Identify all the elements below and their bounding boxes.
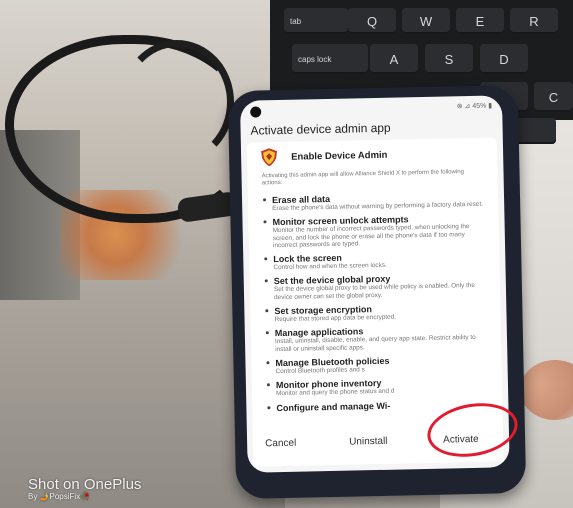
front-camera (250, 106, 262, 118)
key-w: W (402, 8, 450, 34)
key-r: R (510, 8, 558, 34)
screen-title: Activate device admin app (250, 120, 391, 138)
key-a: A (370, 44, 418, 74)
permission-desc: Set the device global proxy to be used w… (273, 282, 476, 301)
permission-item: Monitor screen unlock attempts Monitor th… (262, 213, 485, 250)
watermark: Shot on OnePlus By 🤳PopsiFix🥀 (28, 476, 141, 501)
key-tab: tab (284, 8, 348, 34)
bullet-icon (267, 405, 271, 409)
permission-item: Monitor phone inventory Monitor and query… (266, 376, 488, 398)
back-icon[interactable]: < (260, 470, 265, 472)
permission-item: Manage applications Install, uninstall, d… (265, 324, 487, 353)
bullet-icon (263, 198, 267, 202)
app-title: Enable Device Admin (291, 149, 388, 163)
status-bar: ⊗ ⊿ 45% ▮ (456, 102, 493, 111)
bullet-icon (265, 331, 269, 335)
permission-item: Erase all data Erase the phone's data wit… (262, 191, 484, 213)
permission-desc: Install, uninstall, disable, enable, and… (274, 334, 476, 353)
black-cable-loop (120, 40, 234, 164)
watermark-line2: By 🤳PopsiFix🥀 (28, 492, 91, 501)
key-c: C (534, 82, 573, 112)
shield-icon (261, 148, 278, 167)
cancel-button[interactable]: Cancel (265, 438, 296, 450)
bullet-icon (264, 257, 268, 261)
watermark-line1: Shot on OnePlus (28, 476, 142, 493)
key-caps-lock: caps lock (292, 44, 368, 74)
key-e: E (456, 8, 504, 34)
photo-background: tab Q W E R caps lock A S D X C alt ⊗ ⊿ … (0, 0, 573, 508)
permission-desc: Monitor the number of incorrect password… (272, 223, 470, 250)
key-s: S (425, 44, 473, 74)
permission-item: Lock the screen Control how and when the … (263, 250, 485, 272)
bullet-icon (265, 309, 269, 313)
bullet-icon (264, 279, 268, 283)
intro-text: Activating this admin app will allow All… (261, 169, 465, 187)
key-q: Q (348, 8, 396, 34)
permissions-list: Erase all data Erase the phone's data wit… (262, 191, 489, 418)
permission-item: Manage Bluetooth policies Control Bluetoo… (265, 354, 487, 376)
bullet-icon (266, 383, 270, 387)
uninstall-button[interactable]: Uninstall (349, 436, 388, 448)
bullet-icon (263, 220, 267, 224)
permission-item: Set storage encryption Require that store… (264, 302, 486, 324)
bullet-icon (266, 361, 270, 365)
key-d: D (480, 44, 528, 74)
permission-item: Set the device global proxy Set the devic… (264, 272, 486, 301)
